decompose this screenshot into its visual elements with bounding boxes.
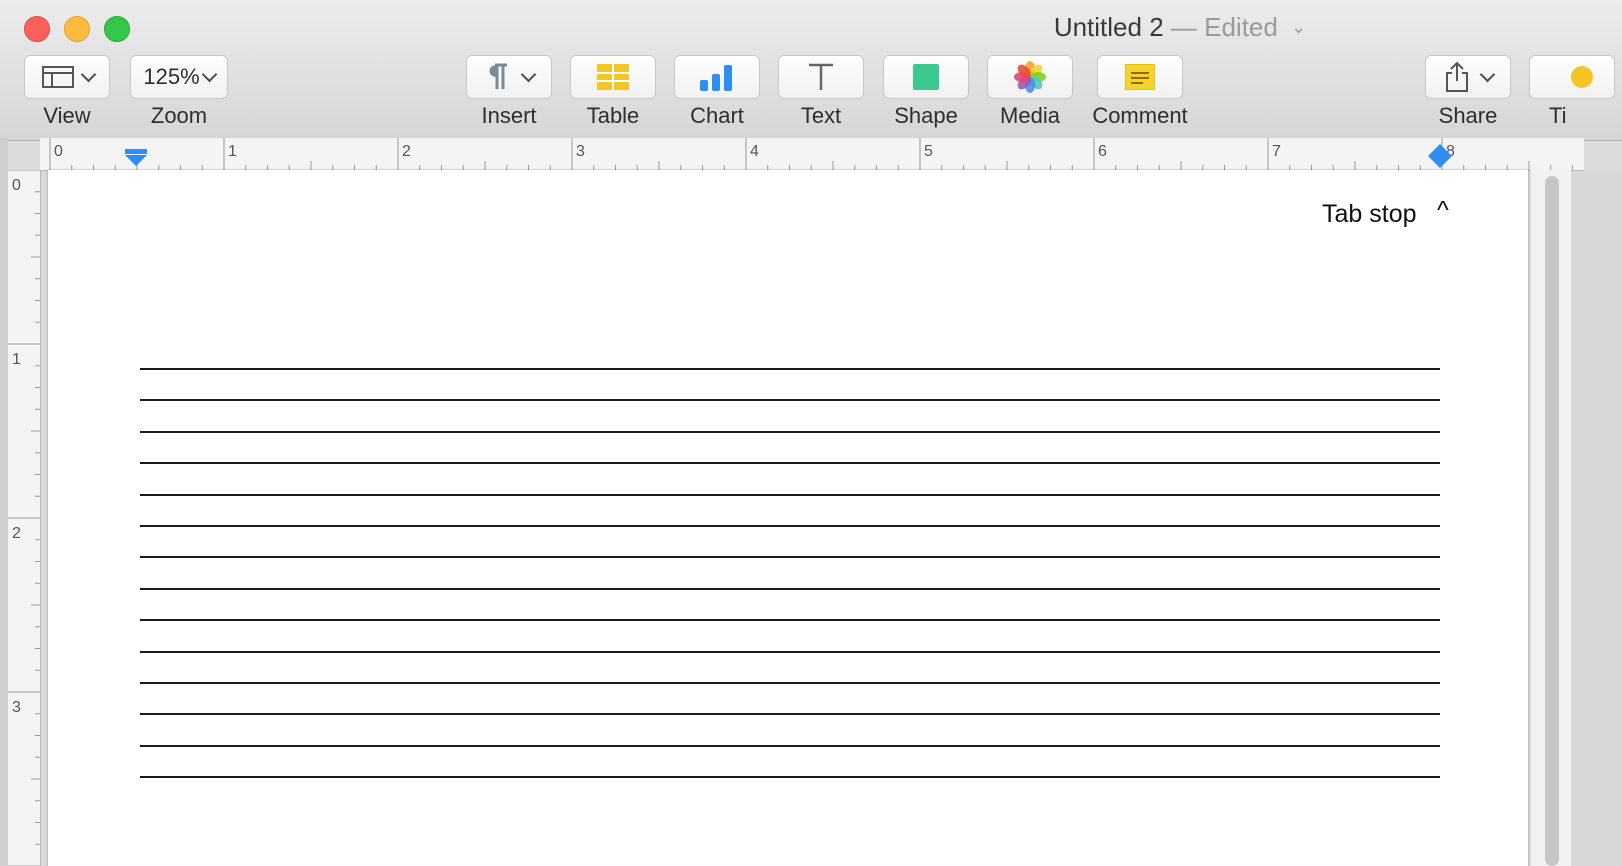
ruler-number: 7 (1272, 143, 1281, 160)
tab-stop-caret: ^ (1437, 196, 1449, 224)
underline-rule (140, 525, 1440, 527)
ruler-number: 1 (228, 143, 237, 160)
underline-rule (140, 682, 1440, 684)
underline-rule (140, 744, 1440, 747)
table-label: Table (586, 103, 640, 128)
underline-rule (140, 650, 1440, 653)
lightbulb-icon (1571, 66, 1593, 88)
comment-note-icon (1125, 64, 1155, 90)
media-button[interactable] (987, 55, 1073, 99)
insert-label: Insert (481, 103, 537, 128)
insert-button[interactable] (466, 55, 552, 99)
chevron-down-icon (80, 66, 96, 82)
underline-rule (140, 368, 1440, 370)
chart-button[interactable] (674, 55, 760, 99)
vertical-ruler[interactable]: 0 1 2 3 (8, 170, 41, 866)
share-button[interactable] (1425, 55, 1511, 99)
view-label: View (43, 103, 91, 128)
underline-rule (140, 462, 1440, 465)
underline-rule (140, 493, 1440, 496)
photos-flower-icon (1014, 61, 1046, 93)
share-label: Share (1438, 103, 1498, 128)
underline-rule (140, 776, 1440, 779)
ruler-number: 2 (402, 143, 411, 160)
chevron-down-icon (520, 66, 536, 82)
comment-label: Comment (1092, 103, 1188, 128)
tips-label: Ti (1549, 103, 1567, 128)
chevron-down-icon (1479, 66, 1495, 82)
ruler-number: 2 (12, 525, 21, 542)
shape-square-icon (913, 64, 939, 90)
zoom-value: 125% (143, 64, 200, 89)
ruler-number: 4 (750, 143, 759, 160)
ruler-number: 3 (576, 143, 585, 160)
media-label: Media (1000, 103, 1060, 128)
table-icon (597, 64, 629, 90)
scrollbar-thumb[interactable] (1545, 176, 1559, 866)
pages-window: Untitled 2 — Edited ⌄ View 125% Zoom Ins… (0, 0, 1622, 866)
chevron-down-icon: ⌄ (1291, 17, 1307, 37)
view-button[interactable] (24, 55, 110, 99)
underline-rule (140, 430, 1440, 433)
left-indent-marker-icon[interactable] (124, 148, 148, 168)
comment-button[interactable] (1097, 55, 1183, 99)
chevron-down-icon (201, 66, 217, 82)
ruler-ticks: 012345678 (49, 138, 1573, 170)
ruler-number: 0 (54, 143, 63, 160)
underline-rule (140, 399, 1440, 402)
ruler-number: 6 (1098, 143, 1107, 160)
document-title: Untitled 2 (1053, 12, 1164, 42)
share-icon (1445, 61, 1468, 92)
ruler-ticks: 0 1 2 3 (8, 170, 40, 866)
edited-status: — Edited (1170, 12, 1278, 42)
shape-button[interactable] (883, 55, 969, 99)
table-button[interactable] (570, 55, 656, 99)
text-icon (809, 63, 833, 90)
window-edge (0, 138, 8, 866)
sidebar-layout-icon (41, 66, 74, 88)
toolbar: Untitled 2 — Edited ⌄ View 125% Zoom Ins… (0, 0, 1622, 141)
tips-button[interactable] (1529, 55, 1615, 99)
right-tab-stop-marker-icon[interactable] (1427, 143, 1453, 169)
zoom-label: Zoom (150, 103, 208, 128)
chart-label: Chart (690, 103, 744, 128)
ruler-number: 0 (12, 177, 21, 194)
text-button[interactable] (778, 55, 864, 99)
underline-rule (140, 587, 1440, 590)
ruler-number: 3 (12, 699, 21, 716)
zoom-select[interactable]: 125% (130, 55, 228, 99)
window-title[interactable]: Untitled 2 — Edited ⌄ (0, 12, 1622, 43)
underline-rule (140, 713, 1440, 716)
paragraph-icon (489, 63, 507, 89)
document-page[interactable] (48, 170, 1528, 866)
underline-rule (140, 619, 1440, 622)
underline-rule (140, 556, 1440, 559)
ruler-number: 1 (12, 351, 21, 368)
horizontal-ruler[interactable]: 012345678 (40, 138, 1584, 171)
text-label: Text (800, 103, 842, 128)
bar-chart-icon (700, 65, 732, 91)
shape-label: Shape (894, 103, 958, 128)
ruler-number: 5 (924, 143, 933, 160)
tab-stop-text: Tab stop (1322, 200, 1417, 228)
